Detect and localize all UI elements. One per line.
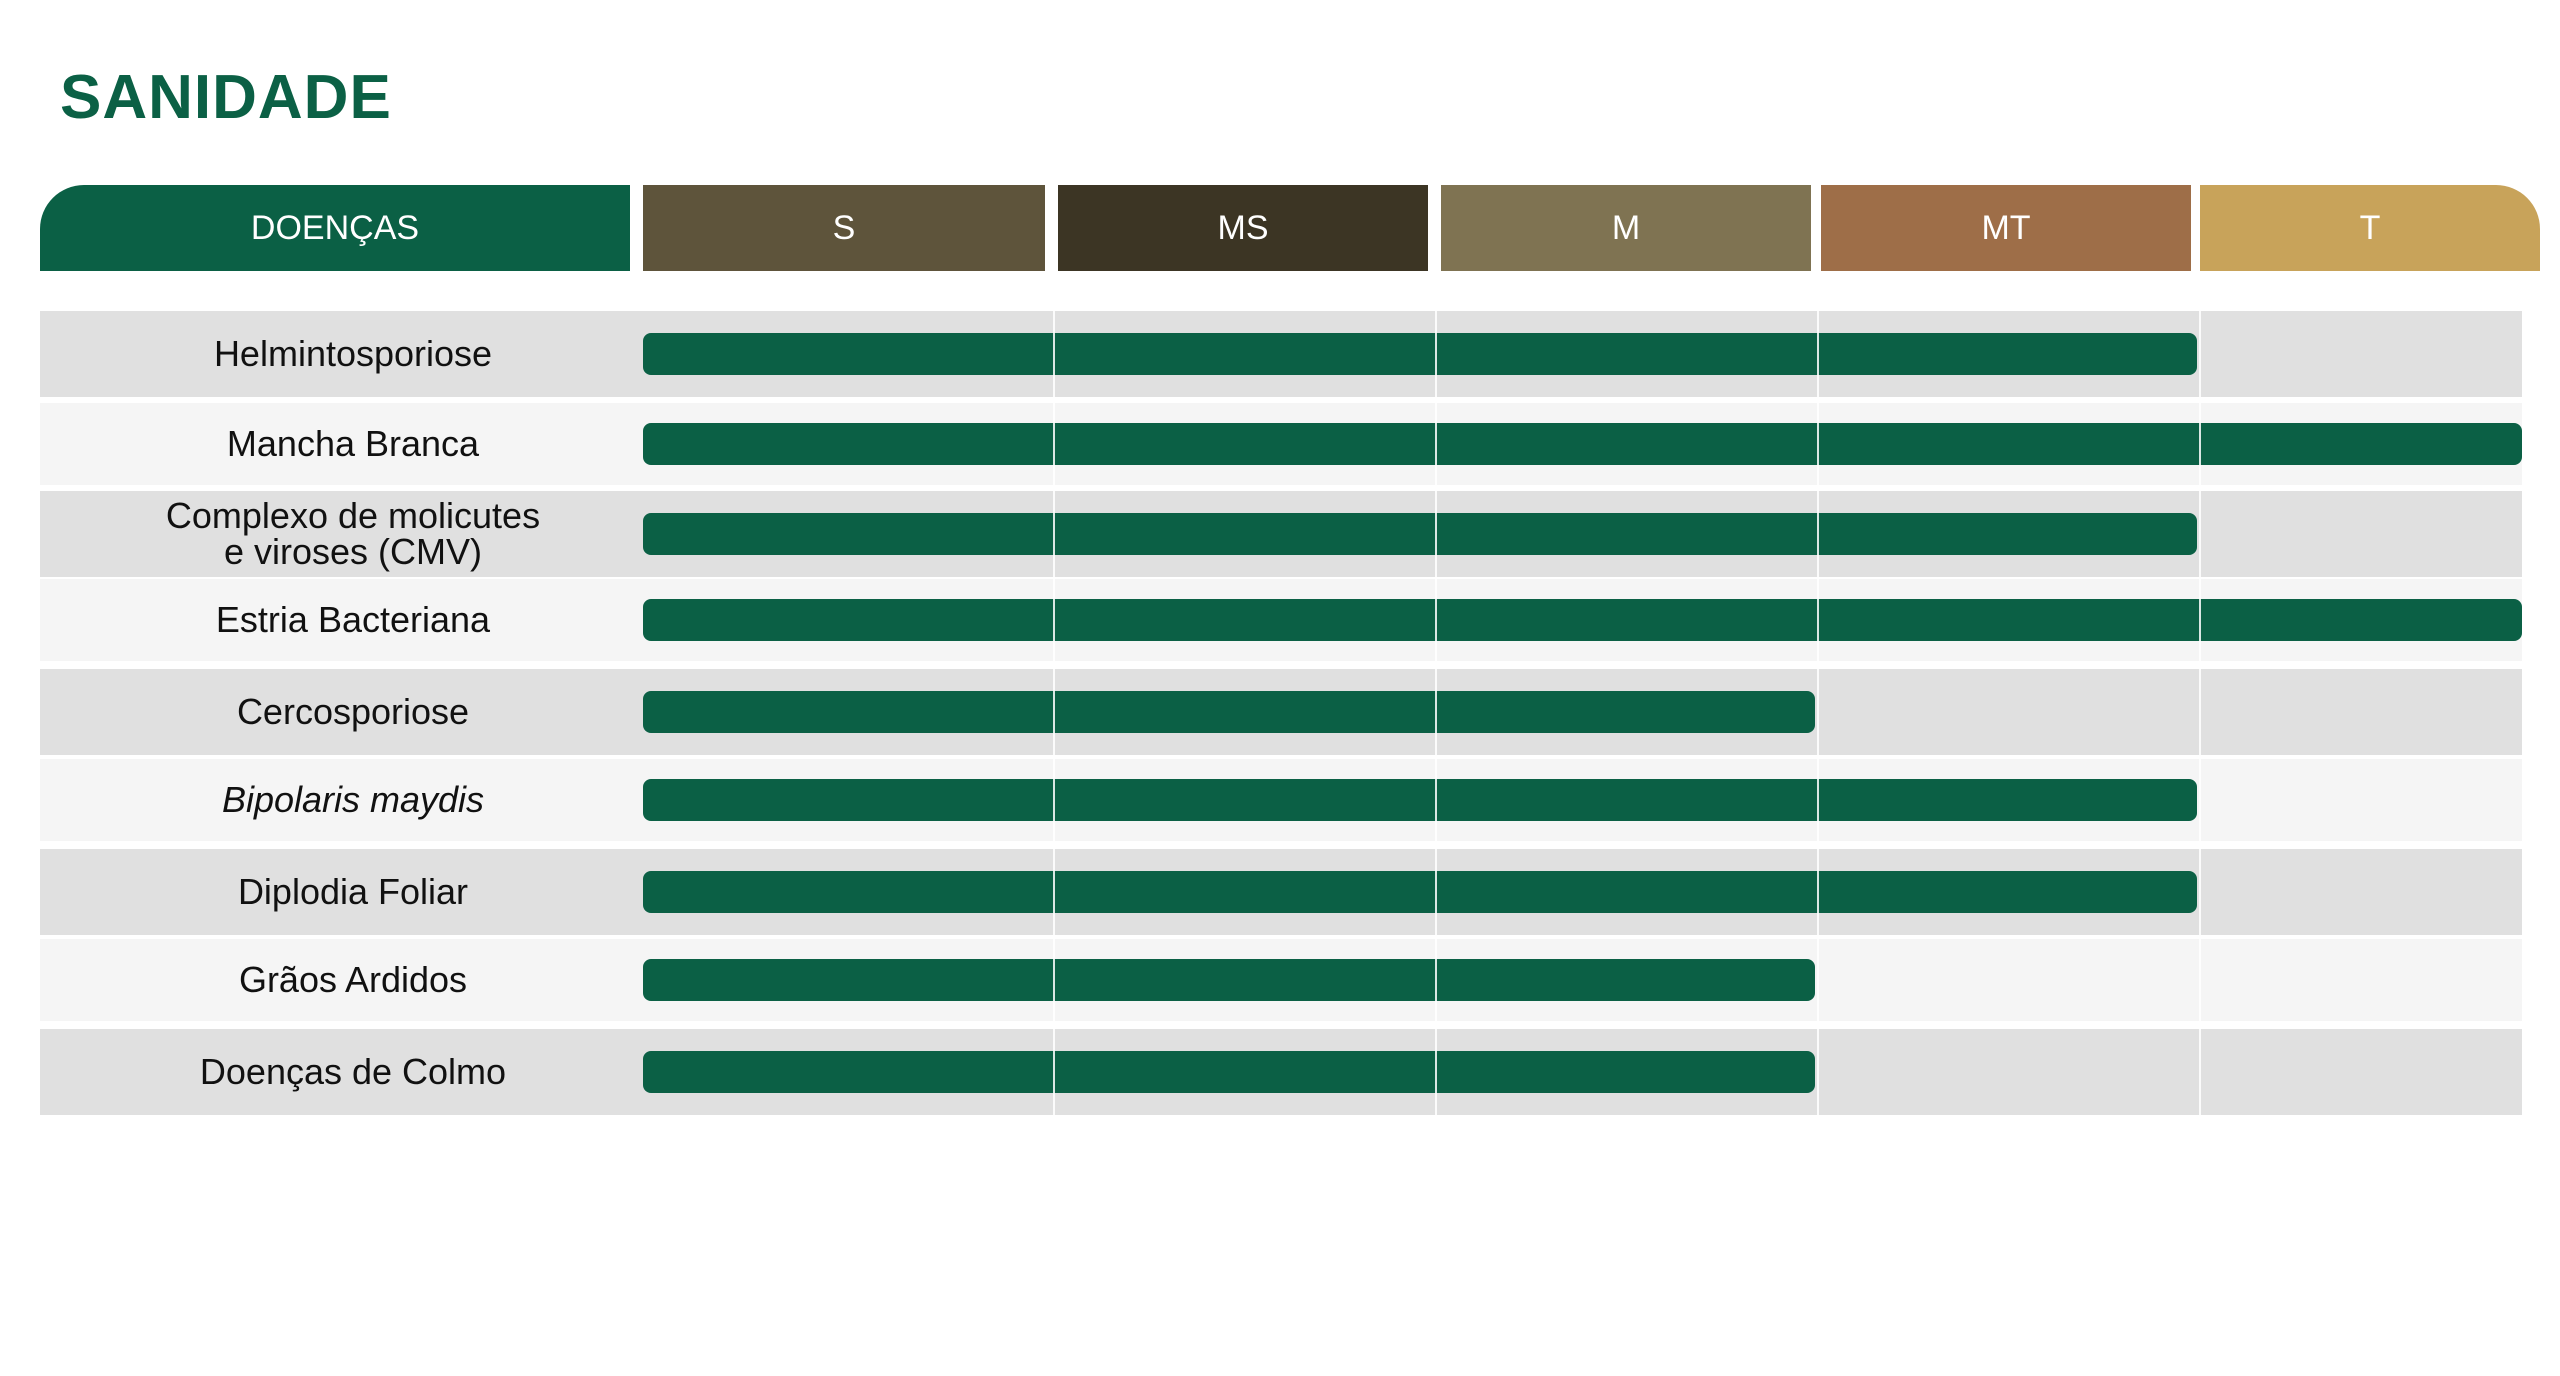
table-row: Diplodia Foliar (40, 849, 2522, 935)
table-row: Complexo de molicutes e viroses (CMV) (40, 491, 2522, 577)
row-label: Helmintosporiose (213, 333, 493, 374)
row-label: Complexo de molicutes e viroses (CMV) (165, 495, 541, 572)
row-label: Cercosporiose (236, 691, 470, 732)
header-scale-s: S (643, 185, 1045, 271)
header-scale-t: T (2200, 185, 2540, 271)
row-label: Grãos Ardidos (238, 959, 468, 1000)
grid-line (2199, 311, 2201, 1115)
grid-line (1817, 311, 1819, 1115)
header-scale-m: M (1441, 185, 1811, 271)
page-title: SANIDADE (60, 63, 392, 132)
grid-line (1053, 311, 1055, 1115)
header-diseases: DOENÇAS (40, 185, 630, 271)
table-row: Grãos Ardidos (40, 939, 2522, 1021)
table-row: Cercosporiose (40, 669, 2522, 755)
table-row: Estria Bacteriana (40, 579, 2522, 661)
bar-helmintosporiose (643, 333, 2197, 375)
bar-complexo-de-molicutes-e-viroses-cmv- (643, 513, 2197, 555)
chart-header: DOENÇAS S MS M MT T (0, 185, 2560, 271)
bar-estria-bacteriana (643, 599, 2522, 641)
table-row: Mancha Branca (40, 403, 2522, 485)
bar-gr-os-ardidos (643, 959, 1815, 1001)
row-label: Diplodia Foliar (237, 871, 469, 912)
row-label: Doenças de Colmo (199, 1051, 507, 1092)
header-scale-mt: MT (1821, 185, 2191, 271)
table-row: Doenças de Colmo (40, 1029, 2522, 1115)
chart-rows: Helmintosporiose Mancha Branca Complexo de… (40, 311, 2522, 1311)
table-row: Bipolaris maydis (40, 759, 2522, 841)
header-scale-ms: MS (1058, 185, 1428, 271)
bar-cercosporiose (643, 691, 1815, 733)
bar-diplodia-foliar (643, 871, 2197, 913)
grid-line (1435, 311, 1437, 1115)
bar-doen-as-de-colmo (643, 1051, 1815, 1093)
table-row: Helmintosporiose (40, 311, 2522, 397)
bar-bipolaris-maydis (643, 779, 2197, 821)
row-label: Estria Bacteriana (215, 599, 491, 640)
row-label: Mancha Branca (226, 423, 480, 464)
bar-mancha-branca (643, 423, 2522, 465)
row-label: Bipolaris maydis (221, 779, 485, 820)
